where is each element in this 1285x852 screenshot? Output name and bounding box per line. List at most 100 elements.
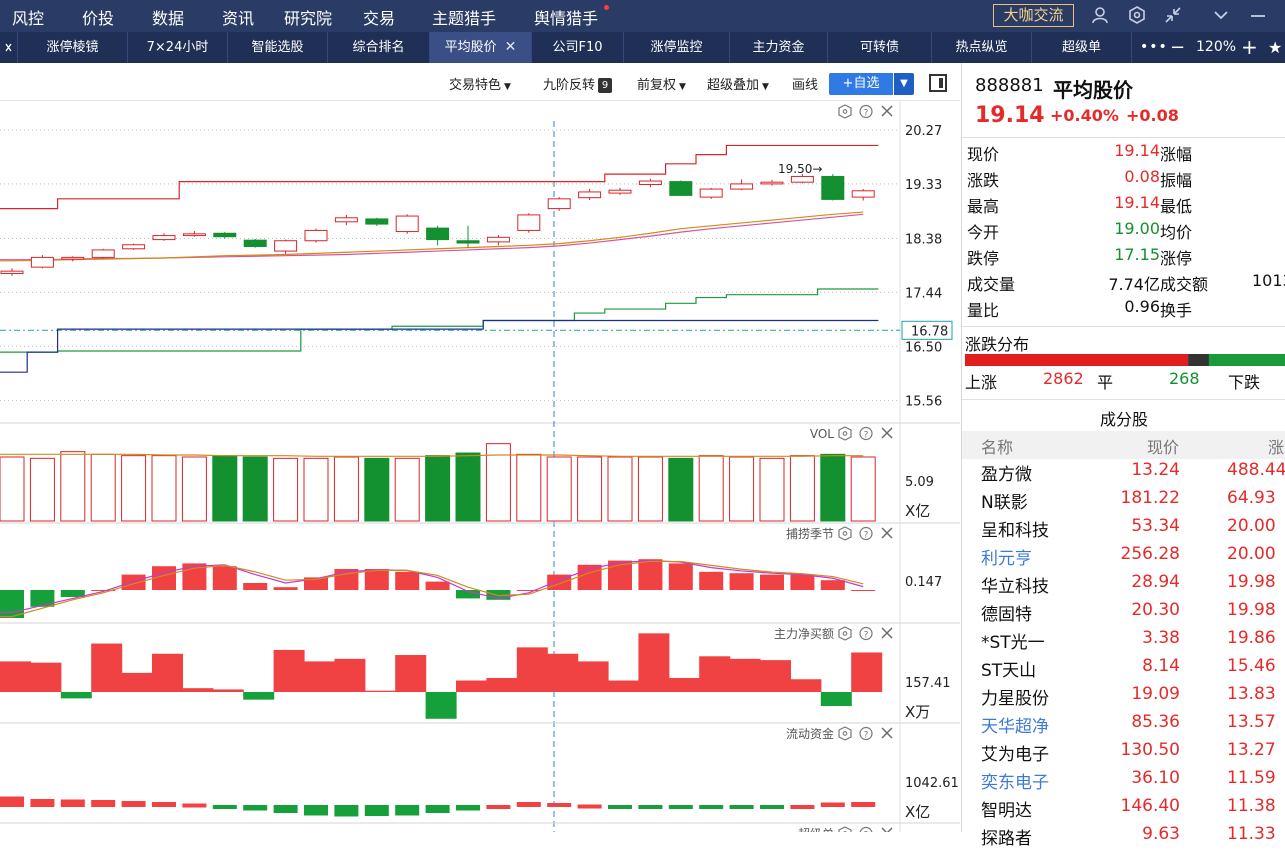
settings-hex-icon[interactable]	[839, 727, 851, 740]
expert-talk-button[interactable]: 大咖交流	[993, 4, 1074, 27]
mainflow-bar	[517, 647, 548, 692]
super-overlay-dropdown[interactable]: 超级叠加▼	[707, 74, 769, 93]
constituent-row[interactable]: 华立科技28.9419.98	[962, 572, 1285, 600]
quote-value: 0.96	[1124, 297, 1160, 316]
trade-feature-dropdown[interactable]: 交易特色▼	[449, 74, 511, 93]
mainflow-bar	[730, 659, 761, 692]
constituent-name: *ST光一	[981, 628, 1045, 653]
constituent-price: 8.14	[1142, 656, 1180, 676]
volume-bar	[426, 456, 450, 521]
header-name[interactable]: 名称	[981, 434, 1013, 458]
close-panel-icon[interactable]	[882, 528, 892, 538]
draw-line-button[interactable]: 画线	[792, 74, 818, 93]
tab-hot-overview[interactable]: 热点纵览	[932, 32, 1032, 63]
settings-hex-icon[interactable]	[839, 427, 851, 440]
quote-row: 量比0.96换手	[962, 297, 1285, 323]
support-line	[0, 321, 878, 373]
settings-hex-icon[interactable]	[839, 105, 851, 118]
help-icon[interactable]: ?	[860, 428, 872, 441]
menu-theme-hunter[interactable]: 主题猎手	[432, 5, 496, 29]
volume-bar	[334, 457, 358, 521]
more-tabs-icon[interactable]: •••	[1140, 32, 1168, 63]
mainflow-bar	[30, 663, 61, 692]
candle	[366, 219, 388, 224]
tab-convertible[interactable]: 可转债	[828, 32, 932, 63]
close-panel-icon[interactable]	[882, 728, 892, 738]
svg-text:?: ?	[864, 109, 869, 119]
hexagon-settings-icon[interactable]	[1127, 6, 1147, 26]
candle	[31, 257, 53, 267]
new-dot-icon	[604, 5, 609, 10]
adjust-label: 前复权	[637, 78, 676, 93]
tab-7x24[interactable]: 7×24小时	[128, 32, 228, 63]
header-change[interactable]: 涨	[1268, 434, 1284, 458]
close-panel-icon[interactable]	[882, 628, 892, 638]
kline-chart[interactable]: 20.2719.3318.3817.4416.5015.5616.7819.50…	[0, 101, 960, 832]
help-icon[interactable]: ?	[860, 628, 872, 641]
tab-ranking[interactable]: 综合排名	[328, 32, 430, 63]
candle	[396, 216, 418, 232]
tab-bar: 涨停棱镜 7×24小时 智能选股 综合排名 平均股价✕ 公司F10 涨停监控 主…	[0, 32, 1285, 63]
menu-risk[interactable]: 风控	[12, 5, 44, 29]
pin-star-icon[interactable]: ★	[1268, 32, 1282, 63]
adjust-dropdown[interactable]: 前复权▼	[637, 74, 686, 93]
zoom-out-button[interactable]: −	[1170, 32, 1185, 63]
menu-trade[interactable]: 交易	[363, 5, 395, 29]
header-price[interactable]: 现价	[1147, 434, 1179, 458]
nine-reversal-toggle[interactable]: 九阶反转9	[543, 74, 612, 93]
add-watchlist-button[interactable]: +自选	[829, 73, 893, 95]
constituent-row[interactable]: 盈方微13.24488.44	[962, 460, 1285, 488]
menu-data[interactable]: 数据	[152, 5, 184, 29]
distribution-bar	[965, 354, 1285, 366]
close-panel-icon[interactable]	[882, 428, 892, 438]
constituent-row[interactable]: *ST光一3.3819.86	[962, 628, 1285, 656]
minimize-icon[interactable]	[1248, 6, 1268, 26]
candle	[214, 233, 236, 236]
constituent-row[interactable]: 德固特20.3019.98	[962, 600, 1285, 628]
season-bar	[669, 563, 693, 590]
menu-value[interactable]: 价投	[82, 5, 114, 29]
tab-average-price[interactable]: 平均股价✕	[430, 32, 532, 63]
tab-limit-monitor[interactable]: 涨停监控	[624, 32, 730, 63]
menu-sentiment-hunter[interactable]: 舆情猎手	[534, 5, 598, 29]
menu-research[interactable]: 研究院	[284, 5, 332, 29]
settings-hex-icon[interactable]	[839, 527, 851, 540]
chevron-down-icon[interactable]	[1211, 6, 1231, 26]
liquid-bar	[638, 805, 662, 809]
close-panel-icon[interactable]	[882, 828, 892, 832]
constituent-row[interactable]: N联影181.2264.93	[962, 488, 1285, 516]
constituent-row[interactable]: 呈和科技53.3420.00	[962, 516, 1285, 544]
tab-f10[interactable]: 公司F10	[532, 32, 624, 63]
tab-main-capital[interactable]: 主力资金	[730, 32, 828, 63]
user-icon[interactable]	[1090, 6, 1110, 26]
constituent-change: 13.57	[1227, 712, 1276, 732]
liquid-bar	[669, 805, 693, 809]
constituent-row[interactable]: ST天山8.1415.46	[962, 656, 1285, 684]
help-icon[interactable]: ?	[860, 106, 872, 119]
settings-hex-icon[interactable]	[839, 827, 851, 832]
constituent-row[interactable]: 探路者9.6311.33	[962, 824, 1285, 852]
tab-limit-prism[interactable]: 涨停棱镜	[18, 32, 128, 63]
shrink-icon[interactable]	[1163, 6, 1183, 26]
constituent-row[interactable]: 力星股份19.0913.83	[962, 684, 1285, 712]
layout-toggle-icon[interactable]	[929, 74, 947, 92]
constituent-row[interactable]: 艾为电子130.5013.27	[962, 740, 1285, 768]
tab-smart-select[interactable]: 智能选股	[228, 32, 328, 63]
constituent-row[interactable]: 奕东电子36.1011.59	[962, 768, 1285, 796]
constituent-row[interactable]: 智明达146.4011.38	[962, 796, 1285, 824]
candle	[62, 257, 84, 259]
tab-partial[interactable]	[0, 32, 18, 63]
constituent-row[interactable]: 利元亨256.2820.00	[962, 544, 1285, 572]
help-icon[interactable]: ?	[860, 528, 872, 541]
tab-super-order[interactable]: 超级单	[1032, 32, 1132, 63]
add-watchlist-dropdown[interactable]: ▼	[894, 73, 914, 95]
help-icon[interactable]: ?	[860, 828, 872, 833]
zoom-in-button[interactable]: +	[1241, 32, 1258, 63]
price-tick-label: 15.56	[905, 394, 942, 409]
help-icon[interactable]: ?	[860, 728, 872, 741]
close-icon[interactable]: ✕	[505, 39, 517, 55]
close-panel-icon[interactable]	[882, 106, 892, 116]
settings-hex-icon[interactable]	[839, 627, 851, 640]
constituent-row[interactable]: 天华超净85.3613.57	[962, 712, 1285, 740]
menu-news[interactable]: 资讯	[222, 5, 254, 29]
